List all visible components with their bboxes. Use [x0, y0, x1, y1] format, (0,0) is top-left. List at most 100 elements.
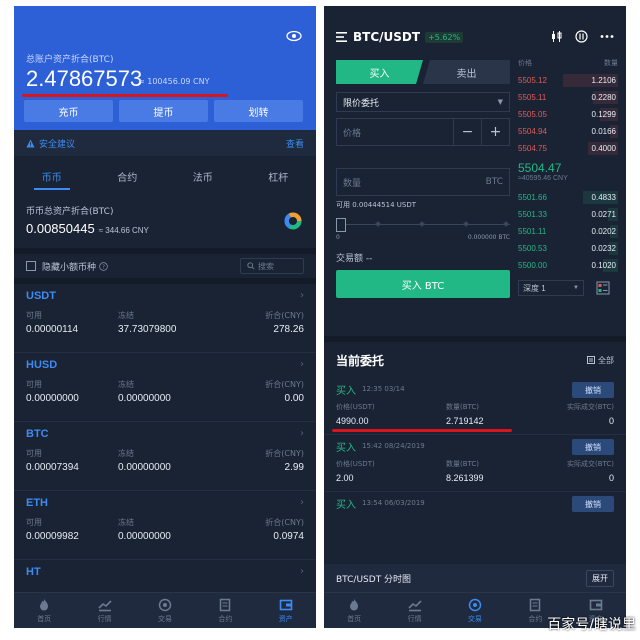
coin-search-input[interactable]: 搜索	[240, 258, 304, 274]
cancel-order-button[interactable]: 撤销	[572, 439, 614, 455]
nav-market[interactable]: 行情	[408, 598, 422, 624]
order-type-select[interactable]: 限价委托 ▼	[336, 92, 510, 112]
security-advice-bar[interactable]: 安全建议 查看	[14, 130, 316, 156]
quantity-input[interactable]: 数量 BTC	[336, 168, 510, 196]
order-form: 买入 卖出 限价委托 ▼ 价格 − + 数量 BTC 可用 0.00444514…	[336, 60, 510, 298]
order-price-label: 价格(USDT)	[336, 403, 375, 411]
spot-total: 币币总资产折合(BTC) 0.00850445 ≈ 344.66 CNY	[14, 196, 316, 248]
available-value: 0.00000000	[26, 393, 79, 404]
amount-slider[interactable]	[336, 218, 510, 232]
chevron-right-icon: ›	[300, 566, 304, 577]
contract-icon	[530, 598, 541, 611]
price-input[interactable]: 价格 − +	[336, 118, 510, 146]
nav-market[interactable]: 行情	[98, 598, 112, 624]
contract-icon	[220, 598, 231, 611]
order-item: 买入 15:42 08/24/2019 撤销 价格(USDT) 数量(BTC) 实际…	[324, 435, 626, 492]
order-time: 13:54 06/03/2019	[362, 499, 425, 507]
ob-qty: 0.0271	[591, 210, 616, 219]
tab-fiat[interactable]: 法币	[193, 156, 213, 196]
available-balance: 可用 0.00444514 USDT	[336, 201, 416, 209]
cancel-order-button[interactable]: 撤销	[572, 496, 614, 512]
bid-row[interactable]: 5501.11 0.0202	[518, 223, 618, 240]
bid-row[interactable]: 5501.66 0.4833	[518, 189, 618, 206]
sell-tab[interactable]: 卖出	[423, 60, 510, 84]
minus-icon[interactable]: −	[453, 119, 481, 145]
plus-icon[interactable]: +	[481, 119, 509, 145]
order-time: 12:35 03/14	[362, 385, 405, 393]
cny-label: 折合(CNY)	[265, 311, 304, 320]
nav-assets[interactable]: 资产	[279, 598, 293, 624]
list-item[interactable]: USDT › 可用 冻结 折合(CNY) 0.00000114 37.73079800…	[14, 284, 316, 353]
expand-button[interactable]: 展开	[586, 569, 614, 587]
eye-icon[interactable]	[286, 30, 302, 42]
deposit-button[interactable]: 充币	[24, 100, 113, 122]
buy-btc-button[interactable]: 买入 BTC	[336, 270, 510, 298]
nav-trade[interactable]: 交易	[468, 598, 482, 624]
security-advice-label: 安全建议	[39, 139, 76, 150]
exchange-icon[interactable]	[575, 30, 588, 43]
nav-contract[interactable]: 合约	[528, 598, 542, 624]
frozen-value: 37.73079800	[118, 324, 177, 335]
book-layout-icon[interactable]	[596, 281, 610, 295]
available-label: 可用	[26, 449, 42, 458]
menu-icon[interactable]	[336, 32, 347, 42]
transfer-button[interactable]: 划转	[214, 100, 303, 122]
slider-handle[interactable]	[336, 218, 346, 232]
ob-price: 5501.33	[518, 210, 547, 219]
orderbook: 价格 数量 5505.12 1.2106 5505.11 0.2280 5505.05 0…	[518, 58, 618, 296]
ask-row[interactable]: 5505.05 0.1299	[518, 106, 618, 123]
ob-price-header: 价格	[518, 60, 532, 67]
depth-select[interactable]: 深度 1 ▼	[518, 280, 584, 296]
ob-qty: 0.4833	[591, 193, 616, 202]
withdraw-button[interactable]: 提币	[119, 100, 208, 122]
help-icon[interactable]: ?	[99, 261, 108, 271]
tab-spot[interactable]: 币币	[33, 156, 70, 196]
hide-small-checkbox[interactable]	[26, 261, 36, 271]
nav-contract[interactable]: 合约	[218, 598, 232, 624]
order-side: 买入	[336, 499, 356, 511]
list-item[interactable]: HUSD › 可用 冻结 折合(CNY) 0.00000000 0.00000000 0…	[14, 353, 316, 422]
buy-tab[interactable]: 买入	[336, 60, 423, 84]
more-icon[interactable]	[600, 30, 614, 43]
nav-home[interactable]: 首页	[37, 598, 51, 624]
frozen-value: 0.00000000	[118, 531, 171, 542]
available-value: 0.00007394	[26, 462, 79, 473]
coin-name: ETH	[26, 497, 48, 509]
candlestick-icon[interactable]	[550, 30, 563, 43]
tab-contract[interactable]: 合约	[117, 156, 137, 196]
view-link[interactable]: 查看	[286, 137, 304, 150]
trade-screen: BTC/USDT +5.62% 买入 卖出 限价委托 ▼ 价格 − + 数量 B…	[324, 6, 626, 628]
pie-chart-icon[interactable]	[284, 212, 302, 230]
ask-row[interactable]: 5505.11 0.2280	[518, 89, 618, 106]
trade-icon	[158, 598, 172, 611]
last-price: 5504.47	[518, 161, 562, 175]
red-underline-mark	[332, 429, 512, 432]
nav-trade[interactable]: 交易	[158, 598, 172, 624]
orders-title: 当前委托	[336, 353, 385, 368]
ob-qty-header: 数量	[604, 60, 618, 67]
orders-all-link[interactable]: 全部	[587, 355, 614, 366]
pair-name[interactable]: BTC/USDT	[353, 30, 420, 44]
bid-row[interactable]: 5500.00 0.1020	[518, 257, 618, 274]
ob-price: 5504.75	[518, 144, 547, 153]
tab-margin[interactable]: 杠杆	[268, 156, 288, 196]
pair-change: +5.62%	[425, 31, 464, 43]
list-item[interactable]: ETH › 可用 冻结 折合(CNY) 0.00009982 0.00000000 0.…	[14, 491, 316, 560]
cny-value: 278.26	[273, 324, 304, 335]
cancel-order-button[interactable]: 撤销	[572, 382, 614, 398]
ask-row[interactable]: 5504.75 0.4000	[518, 140, 618, 157]
frozen-label: 冻结	[118, 518, 134, 527]
nav-home-label: 首页	[37, 614, 52, 623]
total-asset-value: 2.47867573	[26, 66, 143, 91]
red-underline-mark	[22, 94, 228, 97]
order-price: 4990.00	[336, 416, 369, 426]
ask-row[interactable]: 5504.94 0.0166	[518, 123, 618, 140]
list-item[interactable]: BTC › 可用 冻结 折合(CNY) 0.00007394 0.00000000 2.…	[14, 422, 316, 491]
ob-qty: 1.2106	[591, 76, 616, 85]
bid-row[interactable]: 5501.33 0.0271	[518, 206, 618, 223]
bid-row[interactable]: 5500.53 0.0232	[518, 240, 618, 257]
order-item: 买入 12:35 03/14 撤销 价格(USDT) 数量(BTC) 实际成交(BT…	[324, 378, 626, 435]
ask-row[interactable]: 5505.12 1.2106	[518, 72, 618, 89]
nav-home[interactable]: 首页	[347, 598, 361, 624]
search-icon	[247, 262, 255, 270]
